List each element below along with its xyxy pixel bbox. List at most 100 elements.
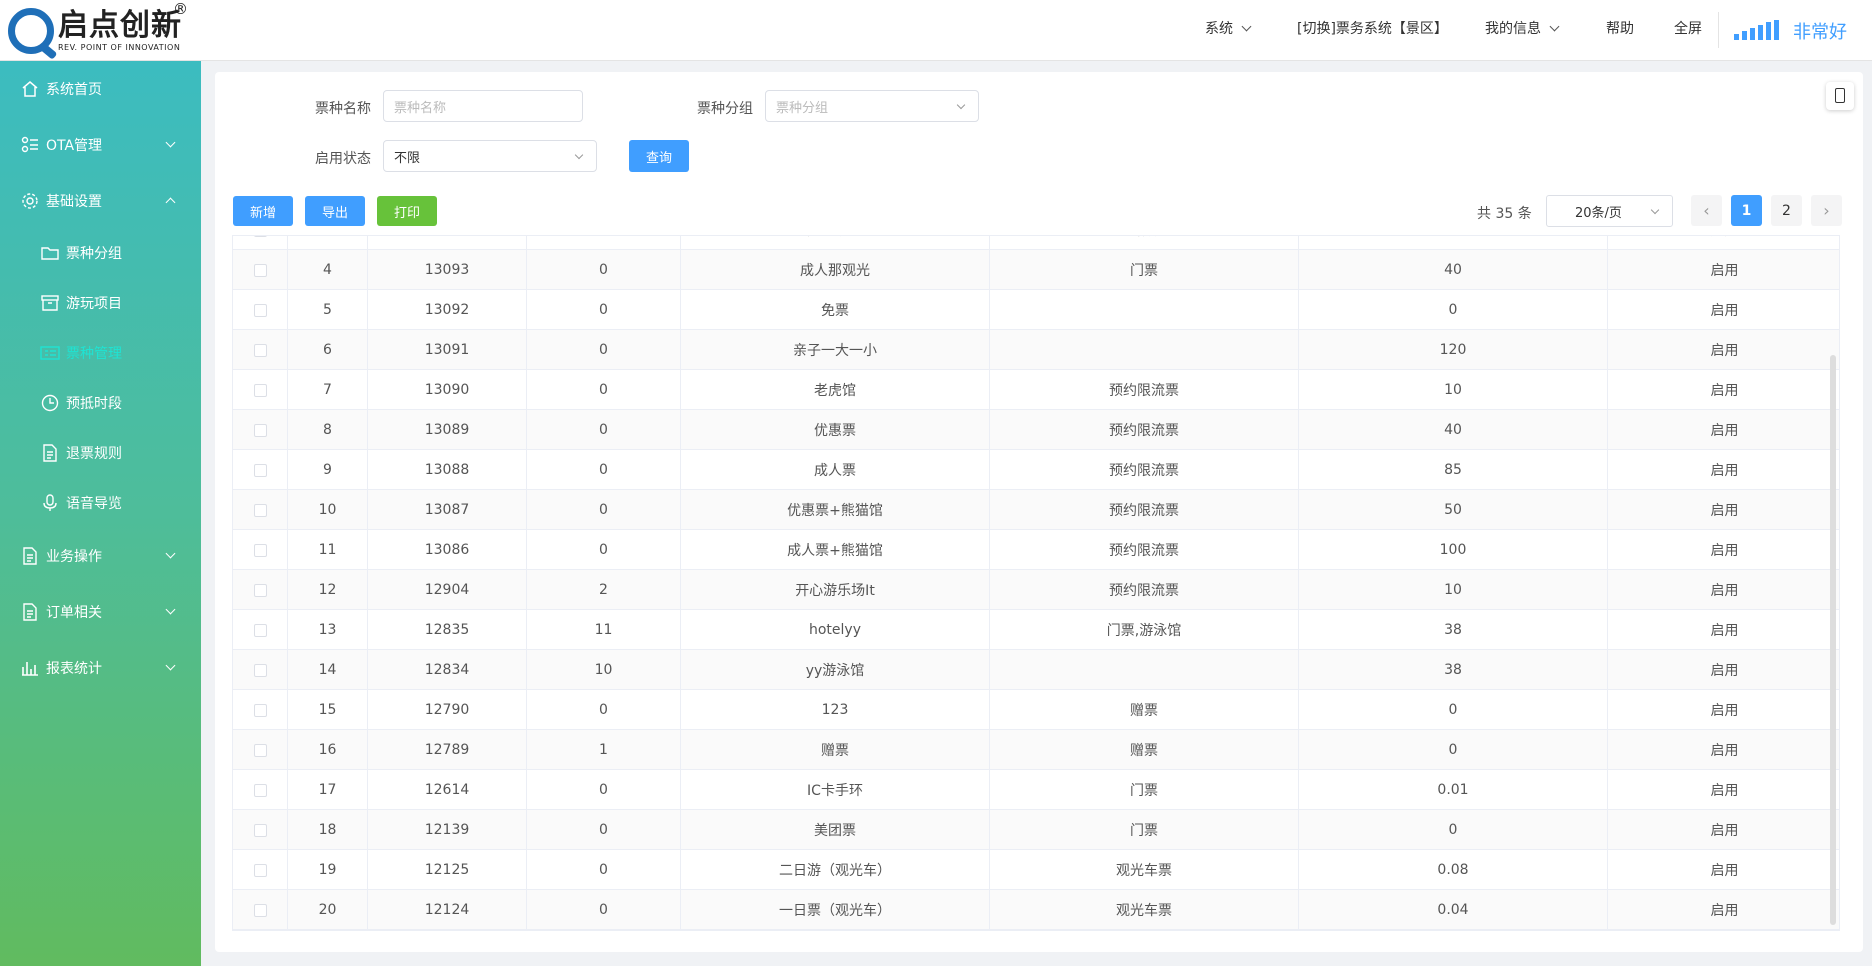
sidebar-item-business-ops[interactable]: 业务操作 (0, 536, 201, 576)
row-checkbox[interactable] (253, 703, 267, 717)
nav-my-info[interactable]: 我的信息 (1485, 0, 1560, 56)
row-checkbox[interactable] (253, 903, 267, 917)
sidebar-item-refund-rules[interactable]: 退票规则 (0, 433, 201, 473)
next-page-button[interactable]: › (1811, 195, 1842, 226)
table-row[interactable]: 11 13086 0 成人票+熊猫馆 预约限流票 100 启用 (233, 530, 1839, 570)
sidebar-item-ota[interactable]: OTA管理 (0, 125, 201, 165)
table-scrollbar[interactable] (1830, 355, 1836, 925)
row-checkbox[interactable] (253, 783, 267, 797)
table-row[interactable]: 15 12790 0 123 赠票 0 启用 (233, 690, 1839, 730)
table-row[interactable]: 17 12614 0 IC卡手环 门票 0.01 启用 (233, 770, 1839, 810)
row-checkbox[interactable] (253, 463, 267, 477)
ticket-count: 0 (527, 330, 681, 370)
total-count: 共 35 条 (1477, 206, 1532, 222)
table-row[interactable]: 6 13091 0 亲子一大一小 120 启用 (233, 330, 1839, 370)
row-checkbox-cell (233, 330, 288, 370)
row-checkbox-cell (233, 450, 288, 490)
print-button[interactable]: 打印 (377, 196, 437, 226)
sidebar-item-ticket-group[interactable]: 票种分组 (0, 233, 201, 273)
row-checkbox[interactable] (253, 623, 267, 637)
document-icon (23, 547, 37, 565)
ticket-name-label: 票种名称 (315, 101, 371, 117)
nav-system[interactable]: 系统 (1205, 0, 1252, 56)
sidebar: 系统首页 OTA管理 基础设置 票种分组 游玩项目 票种管理 预抵时段 退票规则… (0, 61, 201, 966)
sidebar-item-arrival-period[interactable]: 预抵时段 (0, 383, 201, 423)
table-row[interactable]: 8 13089 0 优惠票 预约限流票 40 启用 (233, 410, 1839, 450)
row-checkbox[interactable] (253, 543, 267, 557)
sidebar-item-play-project[interactable]: 游玩项目 (0, 283, 201, 323)
row-checkbox[interactable] (253, 236, 267, 237)
table-row[interactable]: 10 13087 0 优惠票+熊猫馆 预约限流票 50 启用 (233, 490, 1839, 530)
chart-icon (22, 662, 38, 676)
ticket-group: 预约限流票 (990, 236, 1299, 250)
sidebar-item-reports[interactable]: 报表统计 (0, 648, 201, 688)
table-row[interactable]: 19 12125 0 二日游（观光车） 观光车票 0.08 启用 (233, 850, 1839, 890)
page-1-button[interactable]: 1 (1731, 195, 1762, 226)
ticket-name: 亲子一大一小 (681, 330, 990, 370)
page-size-select[interactable]: 20条/页 (1546, 195, 1673, 227)
ticket-price: 100 (1299, 530, 1608, 570)
row-checkbox[interactable] (253, 823, 267, 837)
ticket-group: 门票 (990, 250, 1299, 290)
nav-switch-system[interactable]: [切换]票务系统【景区】 (1297, 0, 1448, 56)
table-row[interactable]: 9 13088 0 成人票 预约限流票 85 启用 (233, 450, 1839, 490)
table-row[interactable]: 18 12139 0 美团票 门票 0 启用 (233, 810, 1839, 850)
logo-mark-icon (8, 8, 54, 54)
prev-page-button[interactable]: ‹ (1691, 195, 1722, 226)
row-checkbox[interactable] (253, 663, 267, 677)
row-checkbox[interactable] (253, 343, 267, 357)
row-checkbox[interactable] (253, 263, 267, 277)
nav-fullscreen[interactable]: 全屏 (1674, 0, 1702, 56)
query-button[interactable]: 查询 (629, 140, 689, 172)
ticket-status: 启用 (1710, 463, 1739, 479)
row-index: 6 (288, 330, 368, 370)
status-select[interactable]: 不限 (383, 140, 597, 172)
table-row[interactable]: 13 12835 11 hotelyy 门票,游泳馆 38 启用 (233, 610, 1839, 650)
sidebar-item-basic-settings[interactable]: 基础设置 (0, 181, 201, 221)
ticket-icon (40, 346, 60, 360)
ticket-group: 门票 (990, 770, 1299, 810)
row-checkbox[interactable] (253, 383, 267, 397)
table-row[interactable]: 3130940无主观光预约限流票20启用 (233, 236, 1839, 250)
table-row[interactable]: 14 12834 10 yy游泳馆 38 启用 (233, 650, 1839, 690)
ticket-name-input[interactable]: 票种名称 (383, 90, 583, 122)
sidebar-item-audio-guide[interactable]: 语音导览 (0, 483, 201, 523)
ticket-group-select[interactable]: 票种分组 (765, 90, 979, 122)
ticket-name: 成人票+熊猫馆 (681, 530, 990, 570)
table-row[interactable]: 20 12124 0 一日票（观光车） 观光车票 0.04 启用 (233, 890, 1839, 930)
row-checkbox[interactable] (253, 503, 267, 517)
ticket-status: 启用 (1710, 383, 1739, 399)
ticket-count: 0 (527, 690, 681, 730)
table-row[interactable]: 12 12904 2 开心游乐场It 预约限流票 10 启用 (233, 570, 1839, 610)
row-checkbox-cell (233, 490, 288, 530)
ticket-group: 观光车票 (990, 850, 1299, 890)
nav-help[interactable]: 帮助 (1606, 0, 1634, 56)
chevron-down-icon (165, 137, 176, 148)
row-checkbox[interactable] (253, 303, 267, 317)
row-checkbox[interactable] (253, 863, 267, 877)
row-checkbox-cell (233, 650, 288, 690)
page-2-button[interactable]: 2 (1771, 195, 1802, 226)
ticket-price: 40 (1299, 250, 1608, 290)
sidebar-item-orders[interactable]: 订单相关 (0, 592, 201, 632)
table-row[interactable]: 5 13092 0 免票 0 启用 (233, 290, 1839, 330)
ticket-count: 0 (527, 490, 681, 530)
row-index: 5 (288, 290, 368, 330)
table-row[interactable]: 16 12789 1 赠票 赠票 0 启用 (233, 730, 1839, 770)
add-button[interactable]: 新增 (233, 196, 293, 226)
folder-icon (41, 247, 59, 260)
ticket-name: 优惠票 (681, 410, 990, 450)
tablet-mode-button[interactable] (1826, 82, 1854, 110)
sidebar-item-ticket-management[interactable]: 票种管理 (0, 333, 201, 373)
ticket-name: 优惠票+熊猫馆 (681, 490, 990, 530)
row-checkbox[interactable] (253, 743, 267, 757)
table-row[interactable]: 4 13093 0 成人那观光 门票 40 启用 (233, 250, 1839, 290)
ticket-price: 50 (1299, 490, 1608, 530)
row-checkbox[interactable] (253, 583, 267, 597)
sidebar-item-home[interactable]: 系统首页 (0, 69, 201, 109)
row-checkbox[interactable] (253, 423, 267, 437)
export-button[interactable]: 导出 (305, 196, 365, 226)
ticket-count: 0 (527, 410, 681, 450)
table-row[interactable]: 7 13090 0 老虎馆 预约限流票 10 启用 (233, 370, 1839, 410)
ticket-group (990, 330, 1299, 370)
